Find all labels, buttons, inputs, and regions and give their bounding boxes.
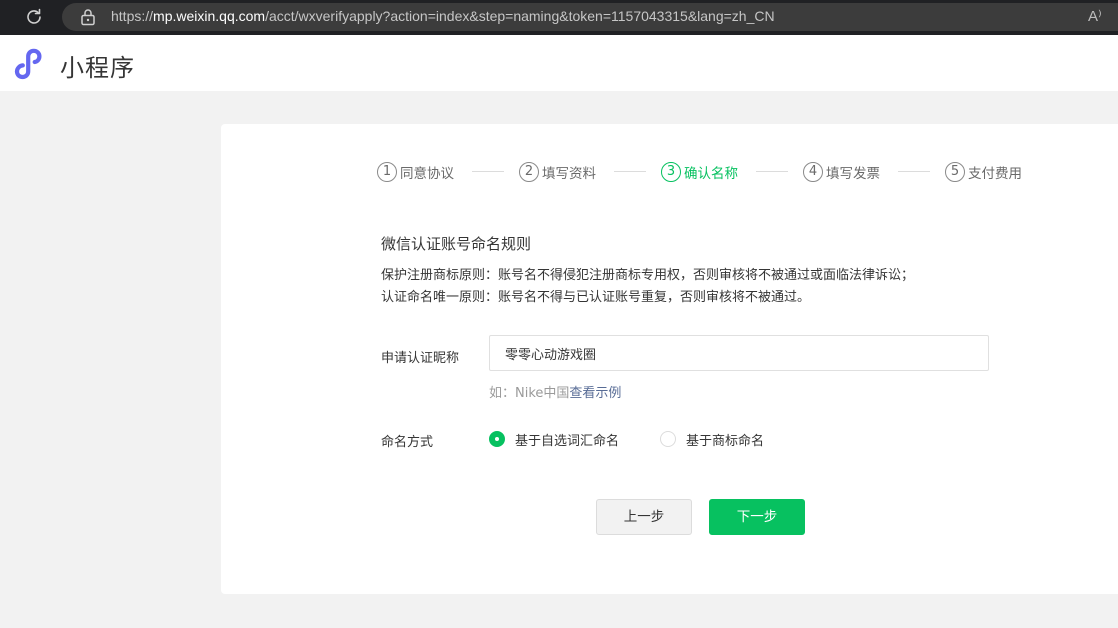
radio-trademark[interactable]: 基于商标命名 — [660, 429, 764, 449]
url-path: /acct/wxverifyapply?action=index&step=na… — [265, 8, 775, 24]
step-label: 同意协议 — [400, 166, 454, 182]
step-divider — [472, 171, 504, 172]
lock-icon[interactable] — [80, 8, 96, 26]
step-divider — [756, 171, 788, 172]
url-scheme: https:// — [111, 8, 154, 24]
radio-label: 基于自选词汇命名 — [515, 433, 620, 449]
radio-checked-icon[interactable] — [489, 431, 505, 447]
view-example-link[interactable]: 查看示例 — [569, 386, 621, 401]
mini-program-logo-icon — [14, 48, 42, 80]
radio-custom-words[interactable]: 基于自选词汇命名 — [489, 429, 619, 449]
naming-method-label: 命名方式 — [381, 435, 434, 450]
step-label: 填写发票 — [826, 166, 880, 182]
url-text[interactable]: https://mp.weixin.qq.com/acct/wxverifyap… — [111, 8, 775, 24]
browser-toolbar: https://mp.weixin.qq.com/acct/wxverifyap… — [0, 0, 1118, 35]
step-label: 填写资料 — [542, 166, 596, 182]
page-header: 小程序 — [0, 35, 1118, 91]
url-host: mp.weixin.qq.com — [153, 8, 266, 24]
app-title[interactable]: 小程序 — [60, 48, 135, 83]
step-fill-info: 2 填写资料 — [519, 161, 596, 183]
step-number: 4 — [803, 162, 823, 182]
step-number: 1 — [377, 162, 397, 182]
rule-unique: 认证命名唯一原则：账号名不得与已认证账号重复，否则审核将不被通过。 — [381, 290, 811, 305]
rule-trademark: 保护注册商标原则：账号名不得侵犯注册商标专用权，否则审核将不被通过或面临法律诉讼… — [381, 268, 915, 283]
step-divider — [614, 171, 646, 172]
nickname-hint: 如：Nike中国查看示例 — [489, 382, 621, 401]
step-agree: 1 同意协议 — [377, 161, 454, 183]
step-confirm-name: 3 确认名称 — [661, 161, 738, 183]
radio-label: 基于商标命名 — [686, 433, 765, 449]
step-invoice: 4 填写发票 — [803, 161, 880, 183]
prev-step-button[interactable]: 上一步 — [596, 499, 692, 535]
step-divider — [898, 171, 930, 172]
next-step-button[interactable]: 下一步 — [709, 499, 805, 535]
step-label: 确认名称 — [684, 166, 738, 182]
step-number: 2 — [519, 162, 539, 182]
radio-unchecked-icon[interactable] — [660, 431, 676, 447]
step-label: 支付费用 — [968, 166, 1022, 182]
hint-text: 如：Nike中国 — [489, 386, 570, 401]
read-aloud-icon[interactable]: A⁾ — [1088, 7, 1102, 25]
step-number: 5 — [945, 162, 965, 182]
nickname-label: 申请认证昵称 — [381, 351, 460, 366]
step-number: 3 — [661, 162, 681, 182]
reload-icon[interactable] — [24, 7, 44, 27]
naming-rules-title: 微信认证账号命名规则 — [381, 235, 532, 253]
step-payment: 5 支付费用 — [945, 161, 1022, 183]
nickname-input[interactable] — [489, 335, 989, 371]
